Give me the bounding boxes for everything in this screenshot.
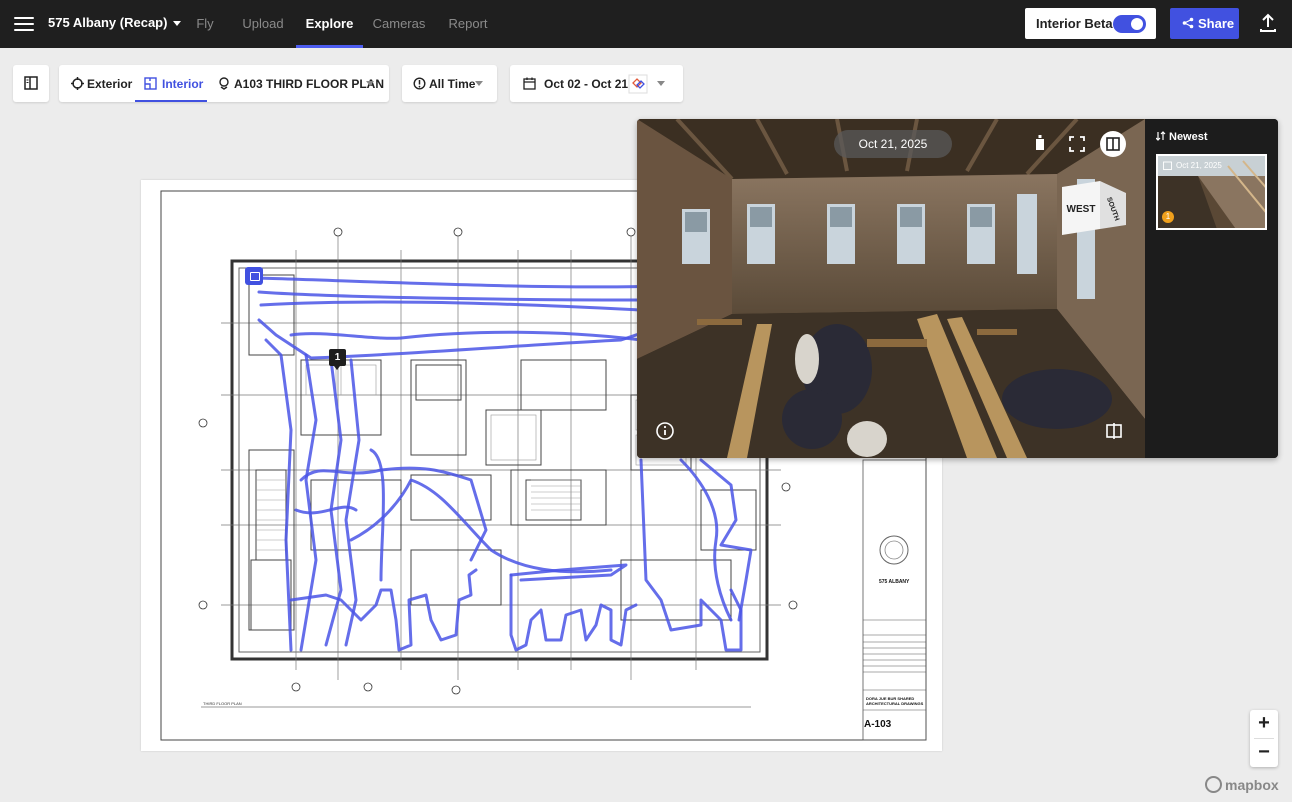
capture-marker[interactable]: 1 — [329, 349, 346, 370]
project-name: 575 Albany (Recap) — [48, 15, 168, 30]
sheet-number: A-103 — [864, 719, 892, 730]
share-icon — [1182, 17, 1194, 29]
svg-text:THIRD FLOOR PLAN: THIRD FLOOR PLAN — [203, 701, 242, 706]
date-range-label: Oct 02 - Oct 21 — [544, 77, 629, 91]
floor-plan-label: A103 THIRD FLOOR PLAN — [234, 77, 385, 91]
nav-tab-upload[interactable]: Upload — [236, 0, 290, 48]
zoom-out-button[interactable]: − — [1250, 739, 1278, 767]
sort-newest-button[interactable]: Newest — [1155, 131, 1208, 143]
capture-thumbnail[interactable]: Oct 21, 2025 1 — [1156, 154, 1267, 230]
caret-down-icon — [173, 21, 182, 27]
panorama-viewer: Oct 21, 2025 WEST SOUTH Newest Oct 21, 2… — [637, 119, 1278, 458]
interior-label: Interior — [162, 77, 204, 91]
crosshair-icon — [71, 77, 84, 90]
exterior-label: Exterior — [87, 77, 133, 91]
nav-tab-report[interactable]: Report — [443, 0, 493, 48]
capture-list-panel: Newest Oct 21, 2025 1 — [1145, 119, 1278, 458]
sort-icon — [1155, 131, 1166, 141]
info-icon[interactable] — [652, 418, 678, 444]
orientation-cube[interactable]: WEST SOUTH — [1060, 179, 1130, 241]
walk-start-pin[interactable] — [245, 267, 263, 285]
caret-down-icon — [657, 81, 665, 86]
share-label: Share — [1198, 16, 1235, 31]
zoom-controls: + − — [1250, 710, 1278, 767]
interior-beta-switch[interactable] — [1113, 15, 1146, 33]
sheet-title: DORA JUE BUR SHARED ARCHITECTURAL DRAWIN… — [866, 696, 924, 706]
split-view-button[interactable] — [1100, 131, 1126, 157]
time-filter-label: All Time — [429, 77, 476, 91]
caret-down-icon — [366, 81, 374, 86]
book-icon — [1106, 137, 1120, 151]
capture-date-pill: Oct 21, 2025 — [834, 130, 952, 158]
calendar-icon — [1163, 161, 1172, 170]
exterior-tab[interactable]: Exterior — [59, 65, 135, 102]
interior-beta-toggle-button[interactable]: Interior Beta — [1025, 8, 1156, 39]
floor-plan-selector[interactable]: A103 THIRD FLOOR PLAN — [209, 65, 389, 102]
panorama-image[interactable]: Oct 21, 2025 WEST SOUTH — [637, 119, 1145, 458]
mapbox-attribution[interactable]: mapbox — [1205, 776, 1279, 793]
cube-label-west: WEST — [1067, 204, 1096, 215]
hamburger-menu-icon[interactable] — [14, 14, 34, 34]
mapbox-logo-icon — [1205, 776, 1222, 793]
layers-icon — [219, 77, 229, 90]
floor-level-icon[interactable] — [1027, 131, 1053, 157]
sidebar-panel-icon — [24, 76, 38, 90]
time-filter-dropdown[interactable]: All Time — [402, 65, 497, 102]
sheet-project-name: 575 ALBANY — [879, 579, 910, 585]
compare-colors-icon[interactable] — [628, 74, 648, 94]
date-range-picker[interactable]: Oct 02 - Oct 21 — [510, 65, 683, 102]
project-selector[interactable]: 575 Albany (Recap) — [48, 15, 182, 30]
calendar-icon — [523, 77, 536, 90]
zoom-in-button[interactable]: + — [1250, 710, 1278, 738]
view-mode-toolbar: Exterior Interior A103 THIRD FLOOR PLAN — [59, 65, 389, 102]
thumbnail-date: Oct 21, 2025 — [1176, 161, 1222, 170]
info-circle-icon — [413, 77, 426, 90]
nav-tab-cameras[interactable]: Cameras — [369, 0, 429, 48]
nav-tab-fly[interactable]: Fly — [186, 0, 224, 48]
nav-tab-explore[interactable]: Explore — [296, 0, 363, 48]
fullscreen-icon[interactable] — [1064, 131, 1090, 157]
share-button[interactable]: Share — [1170, 8, 1239, 39]
interior-panorama — [637, 119, 1145, 458]
upload-icon[interactable] — [1257, 12, 1279, 34]
caret-down-icon — [475, 81, 483, 86]
compare-split-icon[interactable] — [1101, 418, 1127, 444]
sort-label: Newest — [1169, 131, 1208, 143]
top-navigation-bar: 575 Albany (Recap) Fly Upload Explore Ca… — [0, 0, 1292, 48]
mapbox-label: mapbox — [1225, 777, 1279, 793]
interior-tab[interactable]: Interior — [135, 65, 207, 102]
thumbnail-badge: 1 — [1162, 211, 1174, 223]
interior-beta-label: Interior Beta — [1036, 16, 1113, 31]
toggle-sidebar-button[interactable] — [13, 65, 49, 102]
floorplan-icon — [144, 77, 157, 90]
